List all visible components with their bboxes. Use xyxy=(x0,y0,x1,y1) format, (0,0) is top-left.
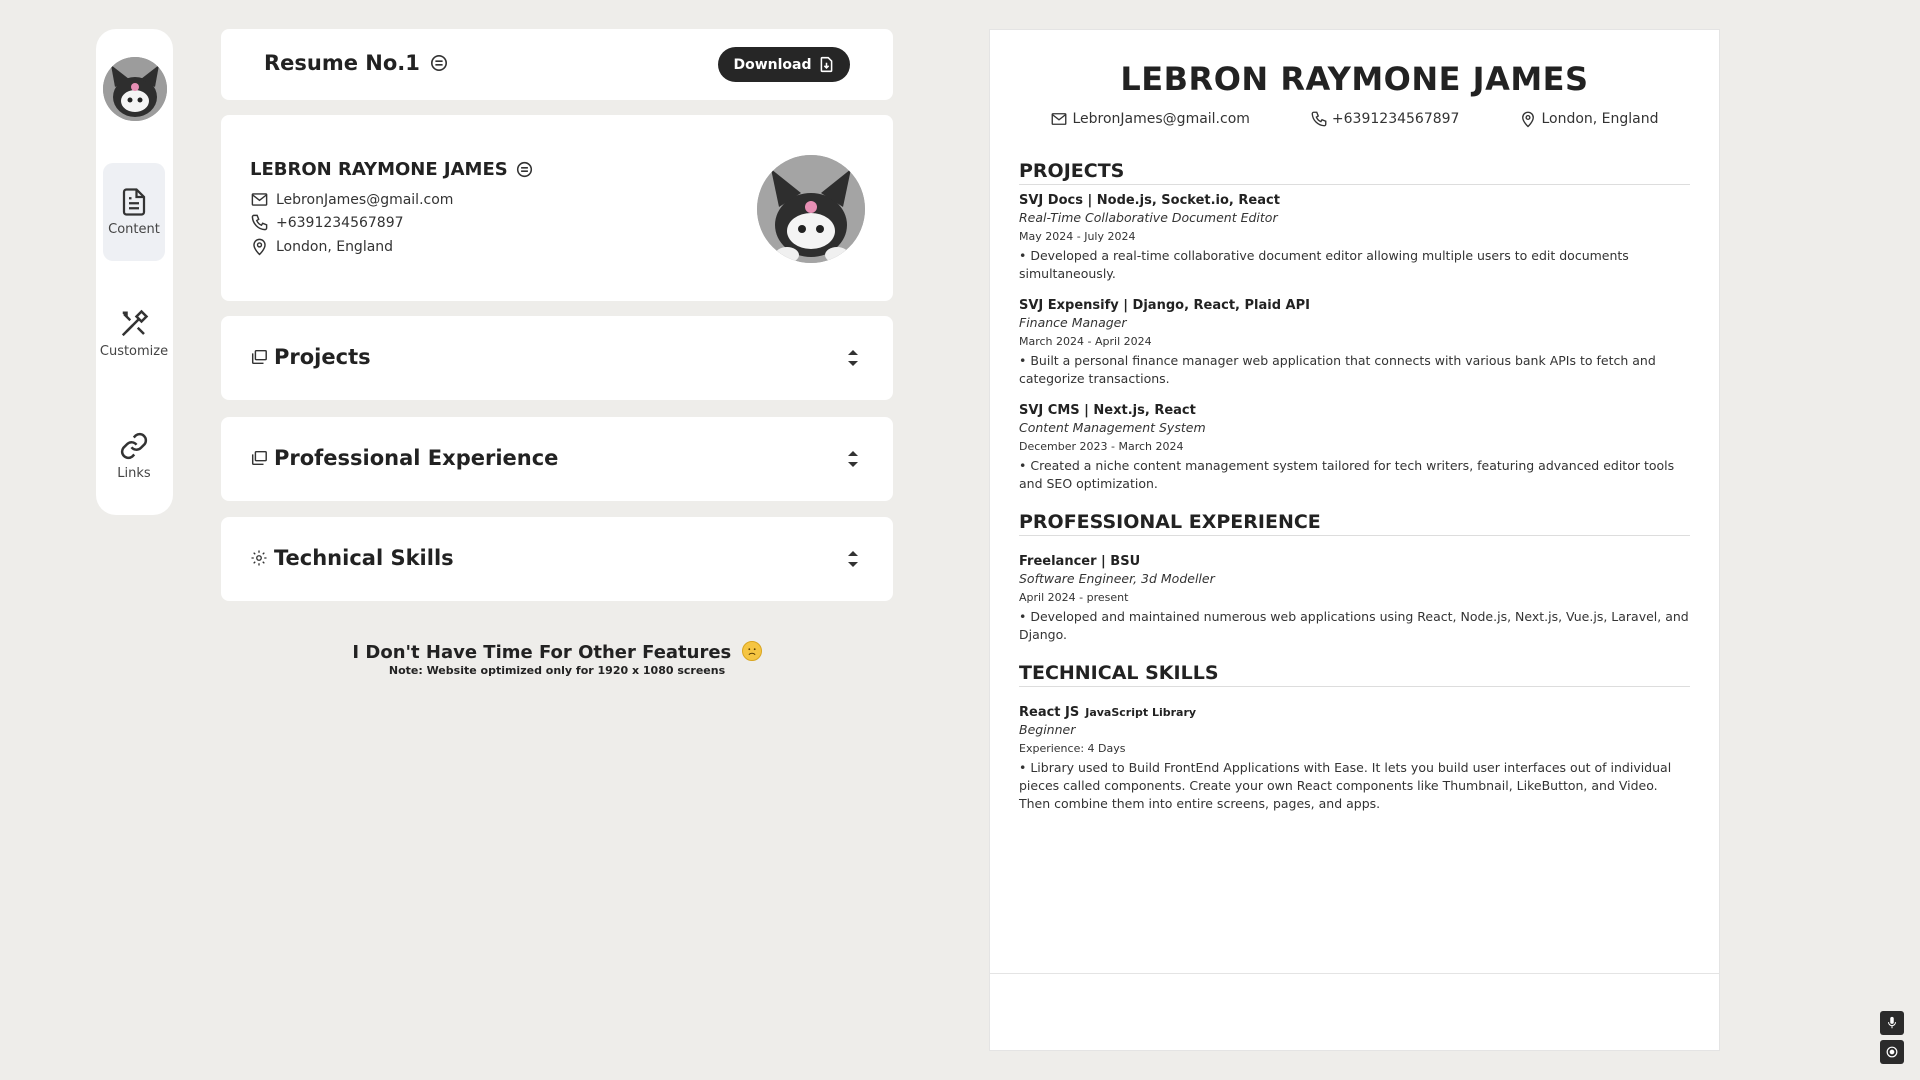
skills-section[interactable]: Technical Skills xyxy=(221,517,893,601)
sidebar: Content Customize Links xyxy=(96,29,173,515)
preview-phone-text: +6391234567897 xyxy=(1331,111,1460,127)
folders-icon xyxy=(251,349,267,365)
entry-date: May 2024 - July 2024 xyxy=(1019,230,1136,243)
entry-heading: SVJ Docs | Node.js, Socket.io, React xyxy=(1019,193,1280,208)
avatar[interactable] xyxy=(103,57,167,121)
sidebar-item-label: Customize xyxy=(99,344,169,359)
resume-preview: LEBRON RAYMONE JAMES LebronJames@gmail.c… xyxy=(989,29,1720,1051)
project-entry: SVJ Expensify | Django, React, Plaid API… xyxy=(1019,297,1690,388)
entry-bullet: • Library used to Build FrontEnd Applica… xyxy=(1019,760,1672,811)
entry-heading: SVJ CMS | Next.js, React xyxy=(1019,403,1196,418)
preview-body: PROJECTS SVJ Docs | Node.js, Socket.io, … xyxy=(1019,160,1690,827)
experience-section-label: Professional Experience xyxy=(274,446,559,470)
experience-section[interactable]: Professional Experience xyxy=(221,417,893,501)
preview-section-heading: PROFESSIONAL EXPERIENCE xyxy=(1019,511,1690,536)
preview-section-heading: PROJECTS xyxy=(1019,160,1690,185)
mail-icon xyxy=(251,193,268,206)
project-entry: SVJ Docs | Node.js, Socket.io, React Rea… xyxy=(1019,192,1690,283)
file-download-icon xyxy=(820,56,832,73)
preview-phone: +6391234567897 xyxy=(1310,110,1460,128)
preview-location-text: London, England xyxy=(1541,111,1659,127)
download-button[interactable]: Download xyxy=(718,47,850,82)
projects-section[interactable]: Projects xyxy=(221,316,893,400)
target-button[interactable] xyxy=(1880,1040,1904,1064)
skill-entry: React JS JavaScript Library Beginner Expe… xyxy=(1019,704,1690,813)
expand-collapse-icon[interactable] xyxy=(846,347,860,369)
sad-face-icon xyxy=(741,641,762,661)
entry-bullet: • Developed a real-time collaborative do… xyxy=(1019,248,1629,281)
gear-icon xyxy=(251,550,267,566)
mail-icon xyxy=(1052,113,1067,125)
entry-role: Content Management System xyxy=(1019,420,1206,435)
microphone-icon xyxy=(1887,1016,1897,1029)
entry-date: April 2024 - present xyxy=(1019,591,1129,604)
sidebar-item-label: Content xyxy=(108,222,160,237)
project-entry: SVJ CMS | Next.js, React Content Managem… xyxy=(1019,402,1690,493)
profile-email-text: LebronJames@gmail.com xyxy=(276,191,454,208)
skill-experience: Experience: 4 Days xyxy=(1019,742,1126,755)
entry-heading: SVJ Expensify | Django, React, Plaid API xyxy=(1019,298,1310,313)
skill-category: JavaScript Library xyxy=(1085,706,1197,719)
preview-location: London, England xyxy=(1519,110,1659,128)
folders-icon xyxy=(251,450,267,466)
projects-section-title: Projects xyxy=(250,345,371,369)
target-icon xyxy=(1886,1046,1898,1058)
resume-title-text: Resume No.1 xyxy=(264,51,420,75)
sidebar-item-customize[interactable]: Customize xyxy=(99,285,169,383)
experience-entry: Freelancer | BSU Software Engineer, 3d M… xyxy=(1019,553,1690,644)
projects-section-label: Projects xyxy=(274,345,371,369)
location-pin-icon xyxy=(1522,111,1535,128)
download-label: Download xyxy=(733,56,812,73)
microphone-button[interactable] xyxy=(1880,1011,1904,1035)
preview-section-heading: TECHNICAL SKILLS xyxy=(1019,662,1690,687)
skill-name: React JS xyxy=(1019,705,1080,720)
tools-icon xyxy=(121,309,149,337)
skill-level: Beginner xyxy=(1019,722,1076,737)
entry-heading: React JS JavaScript Library xyxy=(1019,704,1690,721)
profile-email: LebronJames@gmail.com xyxy=(250,190,453,209)
preview-email: LebronJames@gmail.com xyxy=(1050,110,1250,128)
profile-card[interactable]: LEBRON RAYMONE JAMES LebronJames@gmail.c… xyxy=(221,115,893,301)
footer-note: Note: Website optimized only for 1920 x … xyxy=(388,664,726,677)
footer-title: I Don't Have Time For Other Features xyxy=(221,641,893,663)
profile-name-text: LEBRON RAYMONE JAMES xyxy=(250,159,508,180)
profile-location: London, England xyxy=(250,237,393,256)
phone-icon xyxy=(1311,111,1327,127)
profile-phone: +6391234567897 xyxy=(250,213,404,232)
skills-section-label: Technical Skills xyxy=(274,546,454,570)
entry-date: March 2024 - April 2024 xyxy=(1019,335,1152,348)
page-break-divider xyxy=(990,973,1719,974)
link-icon xyxy=(120,432,148,460)
profile-photo[interactable] xyxy=(757,155,865,263)
preview-email-text: LebronJames@gmail.com xyxy=(1072,111,1250,127)
expand-collapse-icon[interactable] xyxy=(846,548,860,570)
entry-bullet: • Built a personal finance manager web a… xyxy=(1019,353,1656,386)
document-icon xyxy=(122,188,146,216)
profile-name: LEBRON RAYMONE JAMES xyxy=(250,159,533,180)
entry-heading: Freelancer | BSU xyxy=(1019,554,1141,569)
skills-section-title: Technical Skills xyxy=(250,546,454,570)
entry-role: Software Engineer, 3d Modeller xyxy=(1019,571,1215,586)
entry-role: Real-Time Collaborative Document Editor xyxy=(1019,210,1278,225)
resume-title-card: Resume No.1 Download xyxy=(221,29,893,100)
profile-location-text: London, England xyxy=(276,238,394,255)
entry-date: December 2023 - March 2024 xyxy=(1019,440,1184,453)
sidebar-item-content[interactable]: Content xyxy=(103,163,165,261)
location-pin-icon xyxy=(253,238,266,256)
expand-collapse-icon[interactable] xyxy=(846,448,860,470)
entry-bullet: • Developed and maintained numerous web … xyxy=(1019,609,1689,642)
sidebar-item-label: Links xyxy=(117,466,151,481)
rename-icon[interactable] xyxy=(516,161,533,178)
entry-bullet: • Created a niche content management sys… xyxy=(1019,458,1675,491)
entry-role: Finance Manager xyxy=(1019,315,1127,330)
preview-name: LEBRON RAYMONE JAMES xyxy=(1120,60,1589,98)
phone-icon xyxy=(251,214,268,231)
experience-section-title: Professional Experience xyxy=(250,446,558,470)
rename-icon[interactable] xyxy=(430,54,448,72)
resume-title[interactable]: Resume No.1 xyxy=(264,51,448,75)
profile-phone-text: +6391234567897 xyxy=(276,214,404,231)
sidebar-item-links[interactable]: Links xyxy=(103,407,165,505)
preview-contact: LebronJames@gmail.com +6391234567897 Lon… xyxy=(990,110,1719,128)
footer-title-text: I Don't Have Time For Other Features xyxy=(352,642,732,663)
